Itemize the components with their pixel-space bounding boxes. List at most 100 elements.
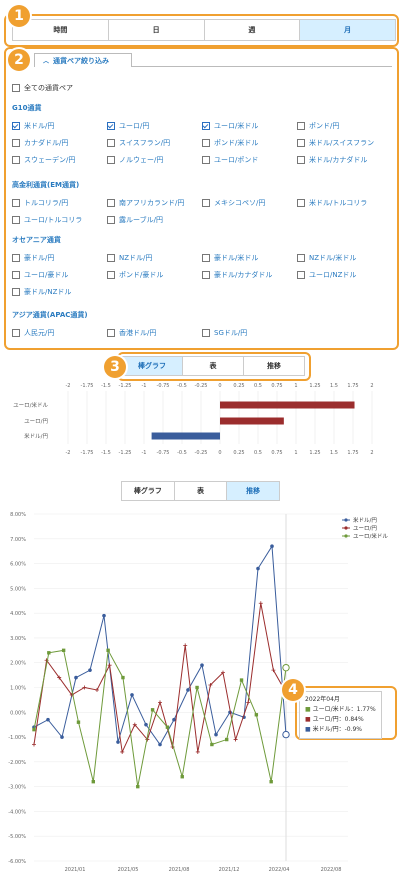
x-tick-label: -1.75 [81,450,94,456]
bar [220,417,284,425]
data-point [91,779,95,784]
data-point [239,678,244,682]
tab-bar-chart-2[interactable]: 棒グラフ [122,482,175,500]
currency-pair-checkbox[interactable]: トルコリラ/円 [12,198,68,208]
data-point [258,601,263,606]
currency-pair-checkbox[interactable]: 米ドル/円 [12,121,54,131]
currency-pair-checkbox[interactable]: NZドル/円 [107,253,152,263]
data-point [195,749,200,754]
currency-pair-checkbox[interactable]: スイスフラン/円 [107,138,170,148]
tab-trend[interactable]: 推移 [244,357,304,375]
checkbox-box [12,84,20,92]
x-tick-label: 1 [294,383,297,389]
currency-pair-label: 南アフリカランド/円 [119,199,185,207]
currency-pair-checkbox[interactable]: 米ドル/カナダドル [297,155,367,165]
x-tick-label: 1.25 [309,450,320,456]
currency-pair-checkbox[interactable]: 米ドル/スイスフラン [297,138,374,148]
currency-pair-checkbox[interactable]: メキシコペソ/円 [202,198,265,208]
currency-pair-checkbox[interactable]: 人民元/円 [12,328,54,338]
tab-month[interactable]: 月 [300,20,395,40]
currency-pair-label: SGドル/円 [214,329,248,337]
checkbox-box [297,254,305,262]
data-point [121,675,125,680]
data-point [144,722,148,727]
tab-week[interactable]: 週 [205,20,301,40]
currency-pair-label: ポンド/豪ドル [119,271,164,279]
currency-pair-label: スウェーデン/円 [24,156,76,164]
currency-pair-checkbox[interactable]: カナダドル/円 [12,138,68,148]
currency-pair-checkbox[interactable]: ユーロ/豪ドル [12,270,68,280]
y-tick-label: -5.00% [8,834,26,840]
data-point [183,643,188,648]
currency-pair-label: ユーロ/米ドル [214,122,259,130]
currency-pair-checkbox[interactable]: 香港ドル/円 [107,328,156,338]
currency-pair-checkbox[interactable]: スウェーデン/円 [12,155,75,165]
series-line [33,544,287,746]
x-tick-label: -1.25 [119,450,132,456]
x-tick-label: -0.5 [177,383,187,389]
x-tick-label: -0.75 [157,450,170,456]
x-tick-label: 1.75 [347,450,358,456]
checkbox-box [297,122,305,130]
currency-pair-checkbox[interactable]: ノルウェー/円 [107,155,163,165]
currency-pair-checkbox[interactable]: 豪ドル/円 [12,253,54,263]
x-tick-label: 2021/12 [219,867,240,873]
tooltip-row: ■ 米ドル/円：-0.9% [305,726,363,733]
data-point [256,566,260,571]
y-tick-label: 5.00% [10,586,26,592]
data-point [180,775,184,779]
currency-pair-checkbox[interactable]: ユーロ/円 [107,121,149,131]
currency-pair-checkbox[interactable]: 南アフリカランド/円 [107,198,184,208]
checkbox-box [202,254,210,262]
currency-pair-checkbox[interactable]: ポンド/円 [297,121,339,131]
currency-pair-checkbox[interactable]: ユーロ/NZドル [297,270,356,280]
checkbox-box [12,254,20,262]
currency-pair-checkbox[interactable]: SGドル/円 [202,328,247,338]
currency-pair-checkbox[interactable]: NZドル/米ドル [297,253,356,263]
tab-table-2[interactable]: 表 [175,482,228,500]
currency-pair-checkbox[interactable]: 豪ドル/NZドル [12,287,71,297]
data-point [158,700,162,705]
tab-table[interactable]: 表 [183,357,244,375]
checkbox-box [297,156,305,164]
data-point [271,668,276,673]
currency-pair-checkbox[interactable]: ユーロ/米ドル [202,121,258,131]
data-point [246,700,251,705]
checkbox-box [107,271,115,279]
data-point [269,779,273,784]
data-point [200,663,204,667]
data-point [102,613,106,618]
currency-pair-checkbox[interactable]: 露ルーブル/円 [107,215,163,225]
checkbox-box [107,254,115,262]
checkbox-box [107,199,115,207]
x-tick-label: -1.25 [119,383,132,389]
x-tick-label: 2021/08 [169,867,190,873]
currency-pair-checkbox[interactable]: ポンド/米ドル [202,138,258,148]
x-tick-label: 0.25 [233,450,244,456]
currency-pair-checkbox[interactable]: ユーロ/ポンド [202,155,258,165]
data-point [74,675,78,680]
currency-pair-label: NZドル/米ドル [309,254,357,262]
currency-pair-label: 人民元/円 [24,329,55,337]
tab-trend-2[interactable]: 推移 [227,482,280,500]
y-tick-label: 8.00% [10,512,26,518]
filter-tab[interactable]: ︿ 通貨ペア絞り込み [34,53,132,67]
tab-day[interactable]: 日 [109,20,205,40]
currency-pair-checkbox[interactable]: 豪ドル/米ドル [202,253,258,263]
tab-bar-chart[interactable]: 棒グラフ [122,357,183,375]
checkbox-box [202,329,210,337]
bar-chart: -2 -2 -1.75 -1.75 -1.5 -1.5 -1.25 -1.25 -1 -1 -0.7… [13,383,373,456]
currency-pair-checkbox[interactable]: ポンド/豪ドル [107,270,163,280]
callout-3: 3 [104,356,126,378]
category-label: ユーロ/円 [24,418,48,425]
data-point [95,687,99,692]
legend-marker [344,534,348,538]
hover-marker [282,663,290,672]
all-pairs-checkbox[interactable]: 全ての通貨ペア [12,83,73,93]
currency-pair-checkbox[interactable]: 豪ドル/カナダドル [202,270,272,280]
currency-pair-checkbox[interactable]: ユーロ/トルコリラ [12,215,82,225]
data-point [47,651,51,655]
data-point [225,737,229,742]
currency-pair-label: 露ルーブル/円 [119,216,163,224]
currency-pair-checkbox[interactable]: 米ドル/トルコリラ [297,198,367,208]
